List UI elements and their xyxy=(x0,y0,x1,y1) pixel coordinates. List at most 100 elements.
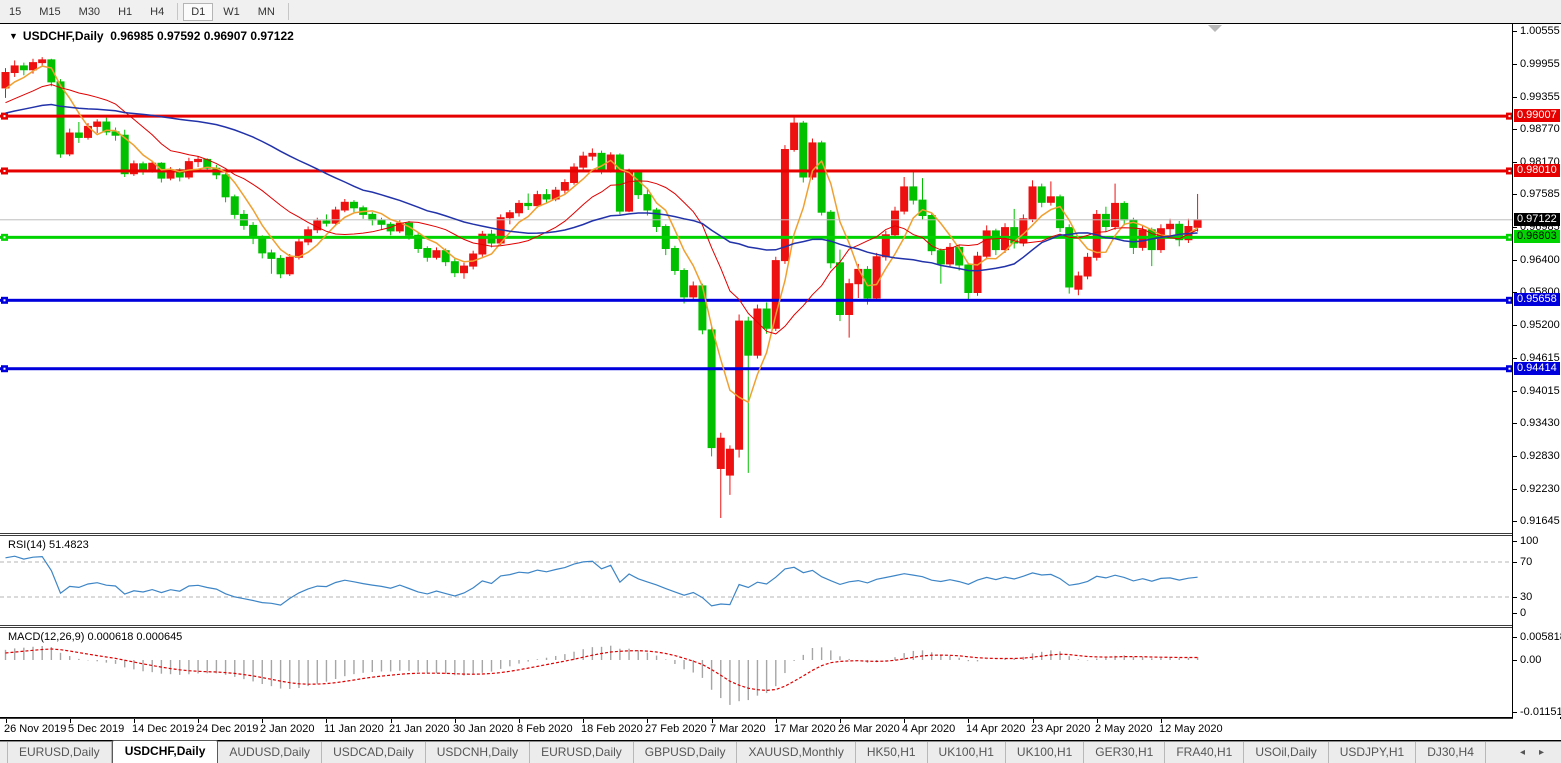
price-level-tag: 0.99007 xyxy=(1514,109,1560,123)
endpoint-dot xyxy=(1508,236,1511,239)
rsi-pane[interactable]: RSI(14) 51.4823 xyxy=(0,536,1513,625)
candle-body xyxy=(139,163,148,171)
candle-body xyxy=(340,201,349,211)
horizontal-level-line[interactable] xyxy=(0,114,1513,118)
price-level-tag: 0.98010 xyxy=(1514,163,1560,177)
candle-body xyxy=(918,199,927,217)
axis-tick-dash xyxy=(1513,357,1517,359)
horizontal-level-line[interactable] xyxy=(0,367,1513,371)
candle-body xyxy=(1120,202,1129,221)
price-level-tag: 0.96803 xyxy=(1514,230,1560,244)
candle-body xyxy=(707,329,716,449)
candle-body xyxy=(762,308,771,329)
tab-scroll-left-icon[interactable]: ◂ xyxy=(1520,747,1525,758)
endpoint-dot xyxy=(1508,299,1511,302)
candle-body xyxy=(1056,196,1065,229)
candle-body xyxy=(505,212,514,219)
axis-tick-label: 0.95200 xyxy=(1520,319,1560,332)
chart-tab-uk100-h1[interactable]: UK100,H1 xyxy=(1006,742,1085,763)
chart-tab-hk50-h1[interactable]: HK50,H1 xyxy=(856,742,928,763)
chart-shift-marker-icon[interactable] xyxy=(1208,25,1222,32)
axis-tick-dash xyxy=(1513,613,1517,614)
axis-tick-label: 0.92230 xyxy=(1520,482,1560,495)
date-label: 7 Mar 2020 xyxy=(710,723,766,735)
rsi-chart[interactable] xyxy=(0,536,1513,625)
candle-body xyxy=(955,246,964,266)
candle-body xyxy=(267,252,276,259)
current-price-tag: 0.97122 xyxy=(1514,212,1560,226)
terminal-window: 15 M15 M30 H1 H4 D1 W1 MN ▼ USDCHF,Daily 0.96985… xyxy=(0,0,1561,763)
timeframe-button-15[interactable]: 15 xyxy=(1,3,29,21)
date-label: 27 Feb 2020 xyxy=(645,723,707,735)
candle-body xyxy=(29,62,38,71)
axis-tick-dash xyxy=(1513,63,1517,65)
timeframe-button-m30[interactable]: M30 xyxy=(71,3,108,21)
chart-tab-audusd-daily[interactable]: AUDUSD,Daily xyxy=(218,742,323,763)
chart-tab-eurusd-daily[interactable]: EURUSD,Daily xyxy=(7,742,112,763)
axis-tick-dash xyxy=(1513,597,1517,598)
candle-body xyxy=(1166,223,1175,230)
date-label: 17 Mar 2020 xyxy=(774,723,836,735)
price-level-tag: 0.94414 xyxy=(1514,361,1560,375)
chart-tab-fra40-h1[interactable]: FRA40,H1 xyxy=(1165,742,1245,763)
macd-pane[interactable]: MACD(12,26,9) 0.000618 0.000645 xyxy=(0,628,1513,717)
chart-tab-usdjpy-h1[interactable]: USDJPY,H1 xyxy=(1329,742,1417,763)
timeframe-button-h4[interactable]: H4 xyxy=(142,3,172,21)
candle-body xyxy=(872,256,881,299)
candle-body xyxy=(368,213,377,221)
candlestick-chart[interactable] xyxy=(0,24,1513,533)
axis-tick-label: 0.97585 xyxy=(1520,188,1560,201)
timeframe-button-m15[interactable]: M15 xyxy=(31,3,68,21)
chart-tab-uk100-h1[interactable]: UK100,H1 xyxy=(928,742,1006,763)
candle-body xyxy=(349,201,358,209)
chart-tab-xauusd-monthly[interactable]: XAUUSD,Monthly xyxy=(737,742,856,763)
price-axis[interactable]: 1.00555 0.99955 0.99355 0.98770 0.98170 0.975… xyxy=(1513,24,1561,718)
candle-body xyxy=(597,152,606,171)
main-chart-pane[interactable]: ▼ USDCHF,Daily 0.96985 0.97592 0.96907 0.… xyxy=(0,24,1513,533)
candle-body xyxy=(725,448,734,476)
candle-body xyxy=(716,437,725,469)
candle-body xyxy=(1037,186,1046,203)
date-label: 18 Feb 2020 xyxy=(581,723,643,735)
candle-body xyxy=(1193,219,1202,228)
chart-tab-usoil-daily[interactable]: USOil,Daily xyxy=(1244,742,1329,763)
candle-body xyxy=(579,155,588,168)
chart-tab-ger30-h1[interactable]: GER30,H1 xyxy=(1084,742,1166,763)
endpoint-dot xyxy=(1508,115,1511,118)
candle-body xyxy=(93,121,102,127)
candle-body xyxy=(460,265,468,274)
candle-body xyxy=(542,194,551,200)
chart-tab-usdcnh-daily[interactable]: USDCNH,Daily xyxy=(426,742,531,763)
axis-tick-dash xyxy=(1513,194,1517,196)
macd-chart[interactable] xyxy=(0,628,1513,717)
axis-tick-dash xyxy=(1513,227,1517,229)
axis-tick-label: 0 xyxy=(1520,607,1527,619)
chart-tab-usdchf-daily[interactable]: USDCHF,Daily xyxy=(111,740,219,763)
horizontal-level-line[interactable] xyxy=(0,235,1513,239)
axis-tick-dash xyxy=(1513,637,1517,638)
chart-tab-eurusd-daily[interactable]: EURUSD,Daily xyxy=(530,742,634,763)
price-level-tag: 0.95658 xyxy=(1514,293,1560,307)
timeframe-button-h1[interactable]: H1 xyxy=(110,3,140,21)
candle-body xyxy=(65,132,74,155)
candle-body xyxy=(1111,202,1120,228)
timeframe-button-d1[interactable]: D1 xyxy=(183,2,214,21)
candle-body xyxy=(1156,228,1165,251)
timeframe-button-w1[interactable]: W1 xyxy=(215,3,248,21)
chart-symbol-label: USDCHF,Daily xyxy=(22,29,104,43)
chart-tab-gbpusd-daily[interactable]: GBPUSD,Daily xyxy=(634,742,738,763)
candle-body xyxy=(1083,256,1092,277)
axis-tick-dash xyxy=(1513,541,1517,542)
candle-body xyxy=(817,142,826,213)
timeframe-button-mn[interactable]: MN xyxy=(250,3,283,21)
date-label: 5 Dec 2019 xyxy=(68,723,125,735)
candle-body xyxy=(38,59,47,64)
horizontal-level-line[interactable] xyxy=(0,298,1513,302)
tab-scroll-right-icon[interactable]: ▸ xyxy=(1539,747,1544,758)
chart-tab-dj30-h4[interactable]: DJ30,H4 xyxy=(1416,742,1486,763)
candle-body xyxy=(1101,213,1110,228)
chart-tab-usdcad-daily[interactable]: USDCAD,Daily xyxy=(322,742,426,763)
time-axis[interactable]: 26 Nov 2019 5 Dec 2019 14 Dec 2019 24 Dec 2… xyxy=(0,719,1561,740)
candle-body xyxy=(56,81,65,155)
chart-dropdown-icon[interactable]: ▼ xyxy=(9,31,18,41)
